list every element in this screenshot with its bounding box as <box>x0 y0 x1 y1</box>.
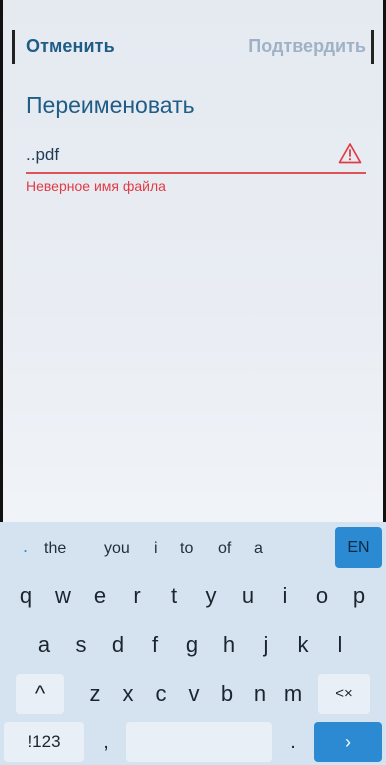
suggestion-prefix: . <box>23 536 29 556</box>
key-d[interactable]: d <box>100 625 136 665</box>
key-v[interactable]: v <box>177 674 211 714</box>
symbols-key[interactable]: !123 <box>4 722 84 762</box>
key-w[interactable]: w <box>45 576 81 616</box>
key-row-1: q w e r t y u i o p <box>0 576 386 616</box>
filename-input[interactable]: ..pdf <box>26 145 59 165</box>
suggestion-item[interactable]: you <box>104 540 130 558</box>
filename-field[interactable]: ..pdf <box>26 142 366 174</box>
key-f[interactable]: f <box>137 625 173 665</box>
key-x[interactable]: x <box>111 674 145 714</box>
backspace-key[interactable]: <× <box>318 674 370 714</box>
key-row-3: ^ z x c v b n m <× <box>0 674 386 714</box>
key-z[interactable]: z <box>78 674 112 714</box>
key-o[interactable]: o <box>304 576 340 616</box>
suggestion-bar: . the you i to of a EN <box>0 522 386 574</box>
language-key[interactable]: EN <box>335 527 382 568</box>
key-h[interactable]: h <box>211 625 247 665</box>
key-j[interactable]: j <box>248 625 284 665</box>
key-row-4: !123 , . › <box>0 722 386 762</box>
divider-left <box>12 30 15 64</box>
cancel-button[interactable]: Отменить <box>26 36 115 57</box>
key-u[interactable]: u <box>230 576 266 616</box>
divider-right <box>371 30 374 64</box>
key-s[interactable]: s <box>63 625 99 665</box>
key-r[interactable]: r <box>119 576 155 616</box>
dialog-title: Переименовать <box>26 92 195 118</box>
virtual-keyboard: . the you i to of a EN q w e r t y u i o… <box>0 522 386 765</box>
key-m[interactable]: m <box>276 674 310 714</box>
key-k[interactable]: k <box>285 625 321 665</box>
suggestion-item[interactable]: of <box>218 540 231 558</box>
key-l[interactable]: l <box>322 625 358 665</box>
shift-key[interactable]: ^ <box>16 674 64 714</box>
period-key[interactable]: . <box>275 722 311 762</box>
key-g[interactable]: g <box>174 625 210 665</box>
key-q[interactable]: q <box>8 576 44 616</box>
error-message: Неверное имя файла <box>26 178 166 194</box>
suggestion-item[interactable]: i <box>154 540 158 558</box>
key-n[interactable]: n <box>243 674 277 714</box>
comma-key[interactable]: , <box>88 722 124 762</box>
space-key[interactable] <box>126 722 272 762</box>
suggestion-item[interactable]: to <box>180 540 193 558</box>
key-e[interactable]: e <box>82 576 118 616</box>
confirm-button[interactable]: Подтвердить <box>248 36 366 57</box>
key-a[interactable]: a <box>26 625 62 665</box>
key-i[interactable]: i <box>267 576 303 616</box>
suggestion-item[interactable]: the <box>44 540 66 558</box>
key-c[interactable]: c <box>144 674 178 714</box>
key-y[interactable]: y <box>193 576 229 616</box>
enter-key[interactable]: › <box>314 722 382 762</box>
warning-icon <box>338 143 362 164</box>
rename-dialog-screen: Отменить Подтвердить Переименовать ..pdf… <box>0 0 386 765</box>
key-p[interactable]: p <box>341 576 377 616</box>
key-t[interactable]: t <box>156 576 192 616</box>
suggestion-item[interactable]: a <box>254 540 263 558</box>
key-row-2: a s d f g h j k l <box>0 625 386 665</box>
key-b[interactable]: b <box>210 674 244 714</box>
